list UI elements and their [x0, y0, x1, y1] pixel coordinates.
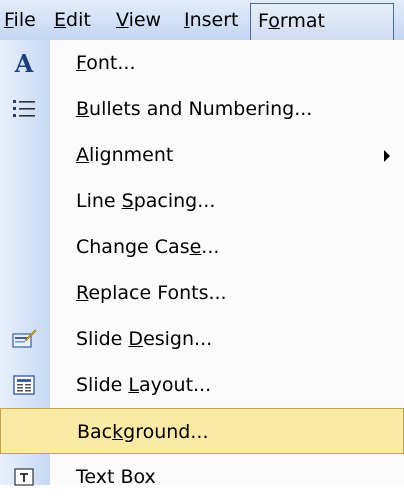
- menu-format-accelerator: o: [268, 10, 280, 32]
- menu-view-accelerator: V: [116, 9, 129, 31]
- menu-item-slide-design-label: Slide Design...: [76, 328, 213, 350]
- menu-file-accelerator: F: [4, 9, 14, 31]
- menu-item-text-box-label: Text Box: [76, 466, 156, 488]
- menu-item-replace-fonts[interactable]: Replace Fonts...: [0, 270, 404, 316]
- menu-item-replace-fonts-label: Replace Fonts...: [76, 282, 227, 304]
- menu-item-alignment[interactable]: Alignment: [0, 132, 404, 178]
- font-icon: A: [14, 48, 34, 78]
- menu-item-slide-design[interactable]: Slide Design...: [0, 316, 404, 362]
- menu-insert-label-post: nsert: [189, 9, 239, 31]
- slide-design-icon: [10, 325, 38, 353]
- menu-item-line-spacing-label: Line Spacing...: [76, 190, 216, 212]
- submenu-arrow-icon: [384, 150, 390, 162]
- menu-file-label-post: ile: [13, 9, 36, 31]
- bullets-icon: [10, 95, 38, 123]
- menu-format[interactable]: Format: [250, 3, 394, 40]
- menu-item-font[interactable]: A Font...: [0, 40, 404, 86]
- menu-view-label-post: iew: [128, 9, 162, 31]
- menu-edit[interactable]: Edit: [50, 6, 95, 34]
- menu-insert[interactable]: Insert: [180, 6, 243, 34]
- menu-item-text-box[interactable]: Text Box: [0, 454, 404, 500]
- menu-item-change-case[interactable]: Change Case...: [0, 224, 404, 270]
- slide-layout-icon: [10, 371, 38, 399]
- menu-item-line-spacing[interactable]: Line Spacing...: [0, 178, 404, 224]
- menu-item-background[interactable]: Background...: [0, 408, 404, 454]
- menu-edit-accelerator: E: [54, 9, 67, 31]
- menu-format-label-post: rmat: [279, 10, 325, 32]
- menu-item-font-label: Font...: [76, 52, 136, 74]
- menu-format-label-pre: F: [258, 10, 269, 32]
- text-box-icon: [10, 463, 38, 491]
- menu-edit-label-post: dit: [66, 9, 91, 31]
- menu-item-slide-layout-label: Slide Layout...: [76, 374, 212, 396]
- menu-item-alignment-label: Alignment: [76, 144, 174, 166]
- menu-view[interactable]: View: [112, 6, 165, 34]
- menu-item-change-case-label: Change Case...: [76, 236, 220, 258]
- format-dropdown-menu: A Font... Bullets and Numbering... Align…: [0, 40, 404, 488]
- menu-item-background-label: Background...: [77, 421, 209, 443]
- menu-item-bullets-numbering[interactable]: Bullets and Numbering...: [0, 86, 404, 132]
- menu-bar: File Edit View Insert Format: [0, 0, 404, 41]
- menu-item-bullets-numbering-label: Bullets and Numbering...: [76, 98, 313, 120]
- menu-file[interactable]: File: [0, 6, 40, 34]
- menu-item-slide-layout[interactable]: Slide Layout...: [0, 362, 404, 408]
